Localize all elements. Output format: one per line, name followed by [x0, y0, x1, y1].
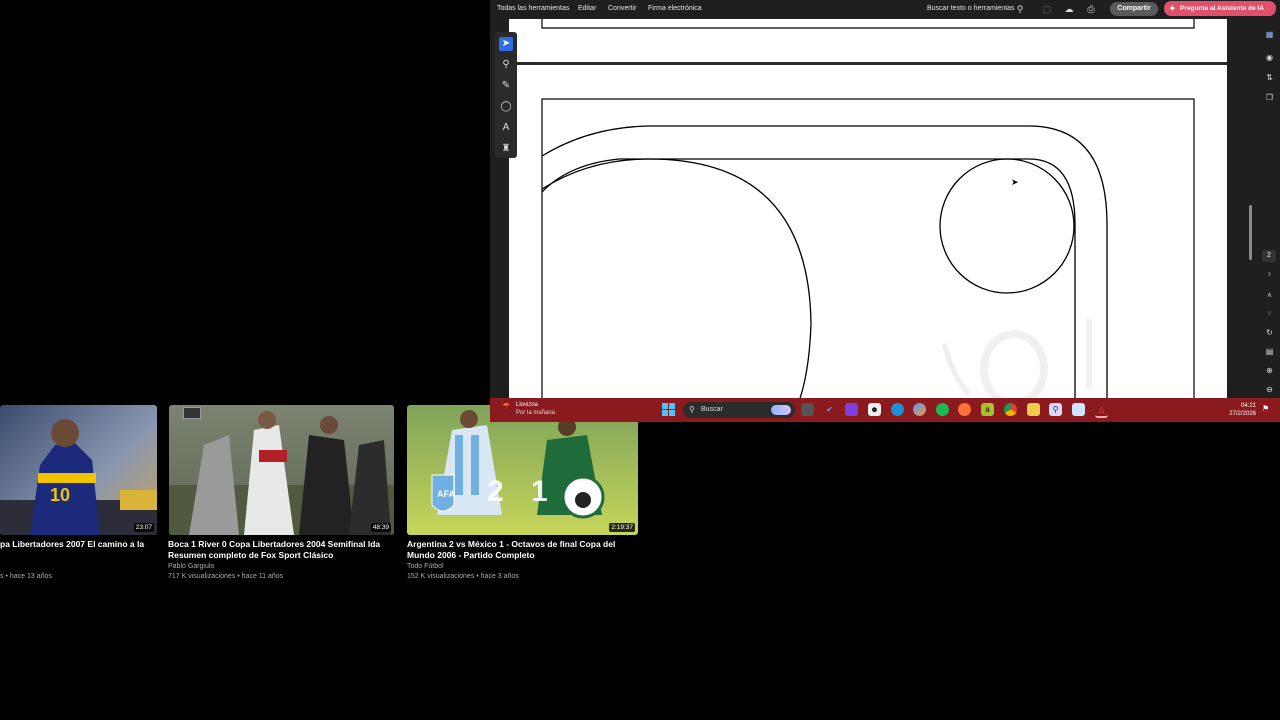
- menu-convert[interactable]: Convertir: [608, 5, 636, 12]
- weather-icon: ☂: [502, 401, 511, 411]
- taskbar: ☂ Llovizna Por la mañana ⚲ Buscar ✔ ☻ a …: [490, 398, 1280, 422]
- scroll-down-icon[interactable]: ˅: [1263, 307, 1276, 320]
- ai-assistant-button[interactable]: ✦ Pregunta al Asistente de IA: [1164, 1, 1276, 16]
- mouse-cursor-icon: ➤: [1011, 177, 1019, 187]
- search-icon[interactable]: ⚲: [1014, 3, 1026, 15]
- search-app-icon[interactable]: ⚲: [1049, 403, 1062, 416]
- start-button[interactable]: [662, 403, 675, 416]
- ai-assistant-icon: ✦: [1169, 4, 1176, 13]
- scroll-up-icon[interactable]: ˄: [1263, 289, 1276, 302]
- ai-assistant-label: Pregunta al Asistente de IA: [1180, 5, 1264, 12]
- todo-icon[interactable]: ✔: [823, 403, 836, 416]
- firefox-icon[interactable]: [958, 403, 971, 416]
- video-thumbnail[interactable]: 48:39: [169, 405, 394, 535]
- video-thumbnail[interactable]: AFA 2 1 2:19:37: [407, 405, 638, 535]
- page-number-indicator[interactable]: 2: [1262, 250, 1276, 262]
- video-thumbnail[interactable]: 10 23:07: [0, 405, 157, 535]
- zoom-tool-icon[interactable]: ⚲: [499, 58, 513, 72]
- print-icon[interactable]: ⎙: [1085, 3, 1097, 15]
- stamp-icon[interactable]: ♜: [499, 142, 513, 156]
- taskbar-search-placeholder: Buscar: [701, 406, 723, 413]
- menu-edit[interactable]: Editar: [578, 5, 596, 12]
- video-title-line1[interactable]: Argentina 2 vs México 1 - Octavos de fin…: [407, 539, 615, 550]
- notification-bell-icon[interactable]: ⚑: [1262, 404, 1269, 413]
- comment-panel-icon[interactable]: ▦: [1263, 28, 1276, 41]
- refresh-icon[interactable]: ↻: [1263, 326, 1276, 339]
- export-icon[interactable]: ⇅: [1263, 71, 1276, 84]
- video-duration: 2:19:37: [609, 523, 635, 532]
- video-title[interactable]: pa Libertadores 2007 El camino a la: [0, 539, 160, 550]
- weather-title: Llovizna: [516, 402, 539, 408]
- video-channel[interactable]: Pablo Gargiulo: [168, 563, 214, 570]
- menu-e-signature[interactable]: Firma electrónica: [648, 5, 702, 12]
- search-icon: ⚲: [689, 405, 695, 414]
- video-title-line2[interactable]: Resumen completo de Fox Sport Clásico: [168, 550, 333, 561]
- zoom-in-icon[interactable]: ⊕: [1263, 364, 1276, 377]
- lasso-icon[interactable]: ◯: [499, 100, 513, 114]
- share-button[interactable]: Compartir: [1110, 2, 1158, 16]
- players-scuffle-image: [169, 411, 394, 535]
- menu-all-tools[interactable]: Todas las herramientas: [497, 5, 569, 12]
- text-select-icon[interactable]: A: [499, 121, 513, 135]
- zoom-out-icon[interactable]: ⊖: [1263, 383, 1276, 396]
- video-meta: 717 K visualizaciones • hace 11 años: [168, 573, 284, 580]
- chrome-icon[interactable]: [1004, 403, 1017, 416]
- acrobat-icon[interactable]: △: [1095, 403, 1108, 418]
- match-image: [431, 410, 605, 519]
- task-view-icon[interactable]: [801, 403, 814, 416]
- video-title-line1[interactable]: Boca 1 River 0 Copa Libertadores 2004 Se…: [168, 539, 380, 550]
- scrollbar-thumb[interactable]: [1249, 205, 1252, 260]
- cloud-upload-icon[interactable]: ☁: [1063, 3, 1075, 15]
- copilot-icon[interactable]: [913, 403, 926, 416]
- document-info-icon[interactable]: ▤: [1263, 345, 1276, 358]
- notepad-icon[interactable]: [1072, 403, 1085, 416]
- taskbar-search[interactable]: ⚲ Buscar: [683, 402, 795, 418]
- video-duration: 23:07: [133, 523, 154, 532]
- document-drawing: [509, 19, 1227, 398]
- spotify-icon[interactable]: [936, 403, 949, 416]
- video-channel[interactable]: Todo Fútbol: [407, 563, 444, 570]
- video-title-line2[interactable]: Mundo 2006 - Partido Completo: [407, 550, 535, 561]
- score-away: 1: [531, 475, 548, 508]
- pages-icon[interactable]: ❐: [1263, 91, 1276, 104]
- game-app-icon[interactable]: ☻: [868, 403, 881, 416]
- clock-time: 04:21: [1240, 403, 1256, 409]
- weather-subtitle: Por la mañana: [516, 410, 556, 416]
- player-figure-image: [0, 419, 157, 535]
- right-tool-rail: ▦ ◉ ⇅ ❐ › ˄ ˅ ↻ ▤ ⊕ ⊖: [1259, 19, 1280, 398]
- edge-icon[interactable]: [891, 403, 904, 416]
- system-clock[interactable]: 04:21 27/2/2026: [1220, 402, 1256, 418]
- home-badge: AFA: [437, 489, 455, 499]
- left-tool-palette: ➤ ⚲ ✎ ◯ A ♜: [495, 32, 517, 158]
- video-duration: 48:39: [370, 523, 391, 532]
- pdf-viewer-window: Todas las herramientas Editar Convertir …: [490, 0, 1280, 398]
- channel-logo-icon: [183, 407, 201, 419]
- video-meta: 152 K visualizaciones • hace 3 años: [407, 573, 519, 580]
- store-icon[interactable]: [845, 403, 858, 416]
- excel-like-icon[interactable]: a: [981, 403, 994, 416]
- select-cursor-icon[interactable]: ➤: [499, 37, 513, 51]
- pdf-menubar: Todas las herramientas Editar Convertir …: [490, 0, 1280, 18]
- clock-date: 27/2/2026: [1229, 411, 1256, 417]
- pen-icon[interactable]: ✎: [499, 79, 513, 93]
- search-highlight-icon: [771, 405, 791, 415]
- score-home: 2: [487, 475, 504, 508]
- save-icon[interactable]: ▢: [1041, 3, 1053, 15]
- jersey-number: 10: [50, 485, 71, 505]
- document-canvas[interactable]: ➤: [509, 19, 1227, 398]
- search-tools-field[interactable]: Buscar texto o herramientas: [927, 5, 1015, 12]
- file-explorer-icon[interactable]: [1027, 403, 1040, 416]
- bookmark-icon[interactable]: ◉: [1263, 51, 1276, 64]
- next-page-icon[interactable]: ›: [1263, 267, 1276, 280]
- video-meta: s • hace 13 años: [0, 573, 52, 580]
